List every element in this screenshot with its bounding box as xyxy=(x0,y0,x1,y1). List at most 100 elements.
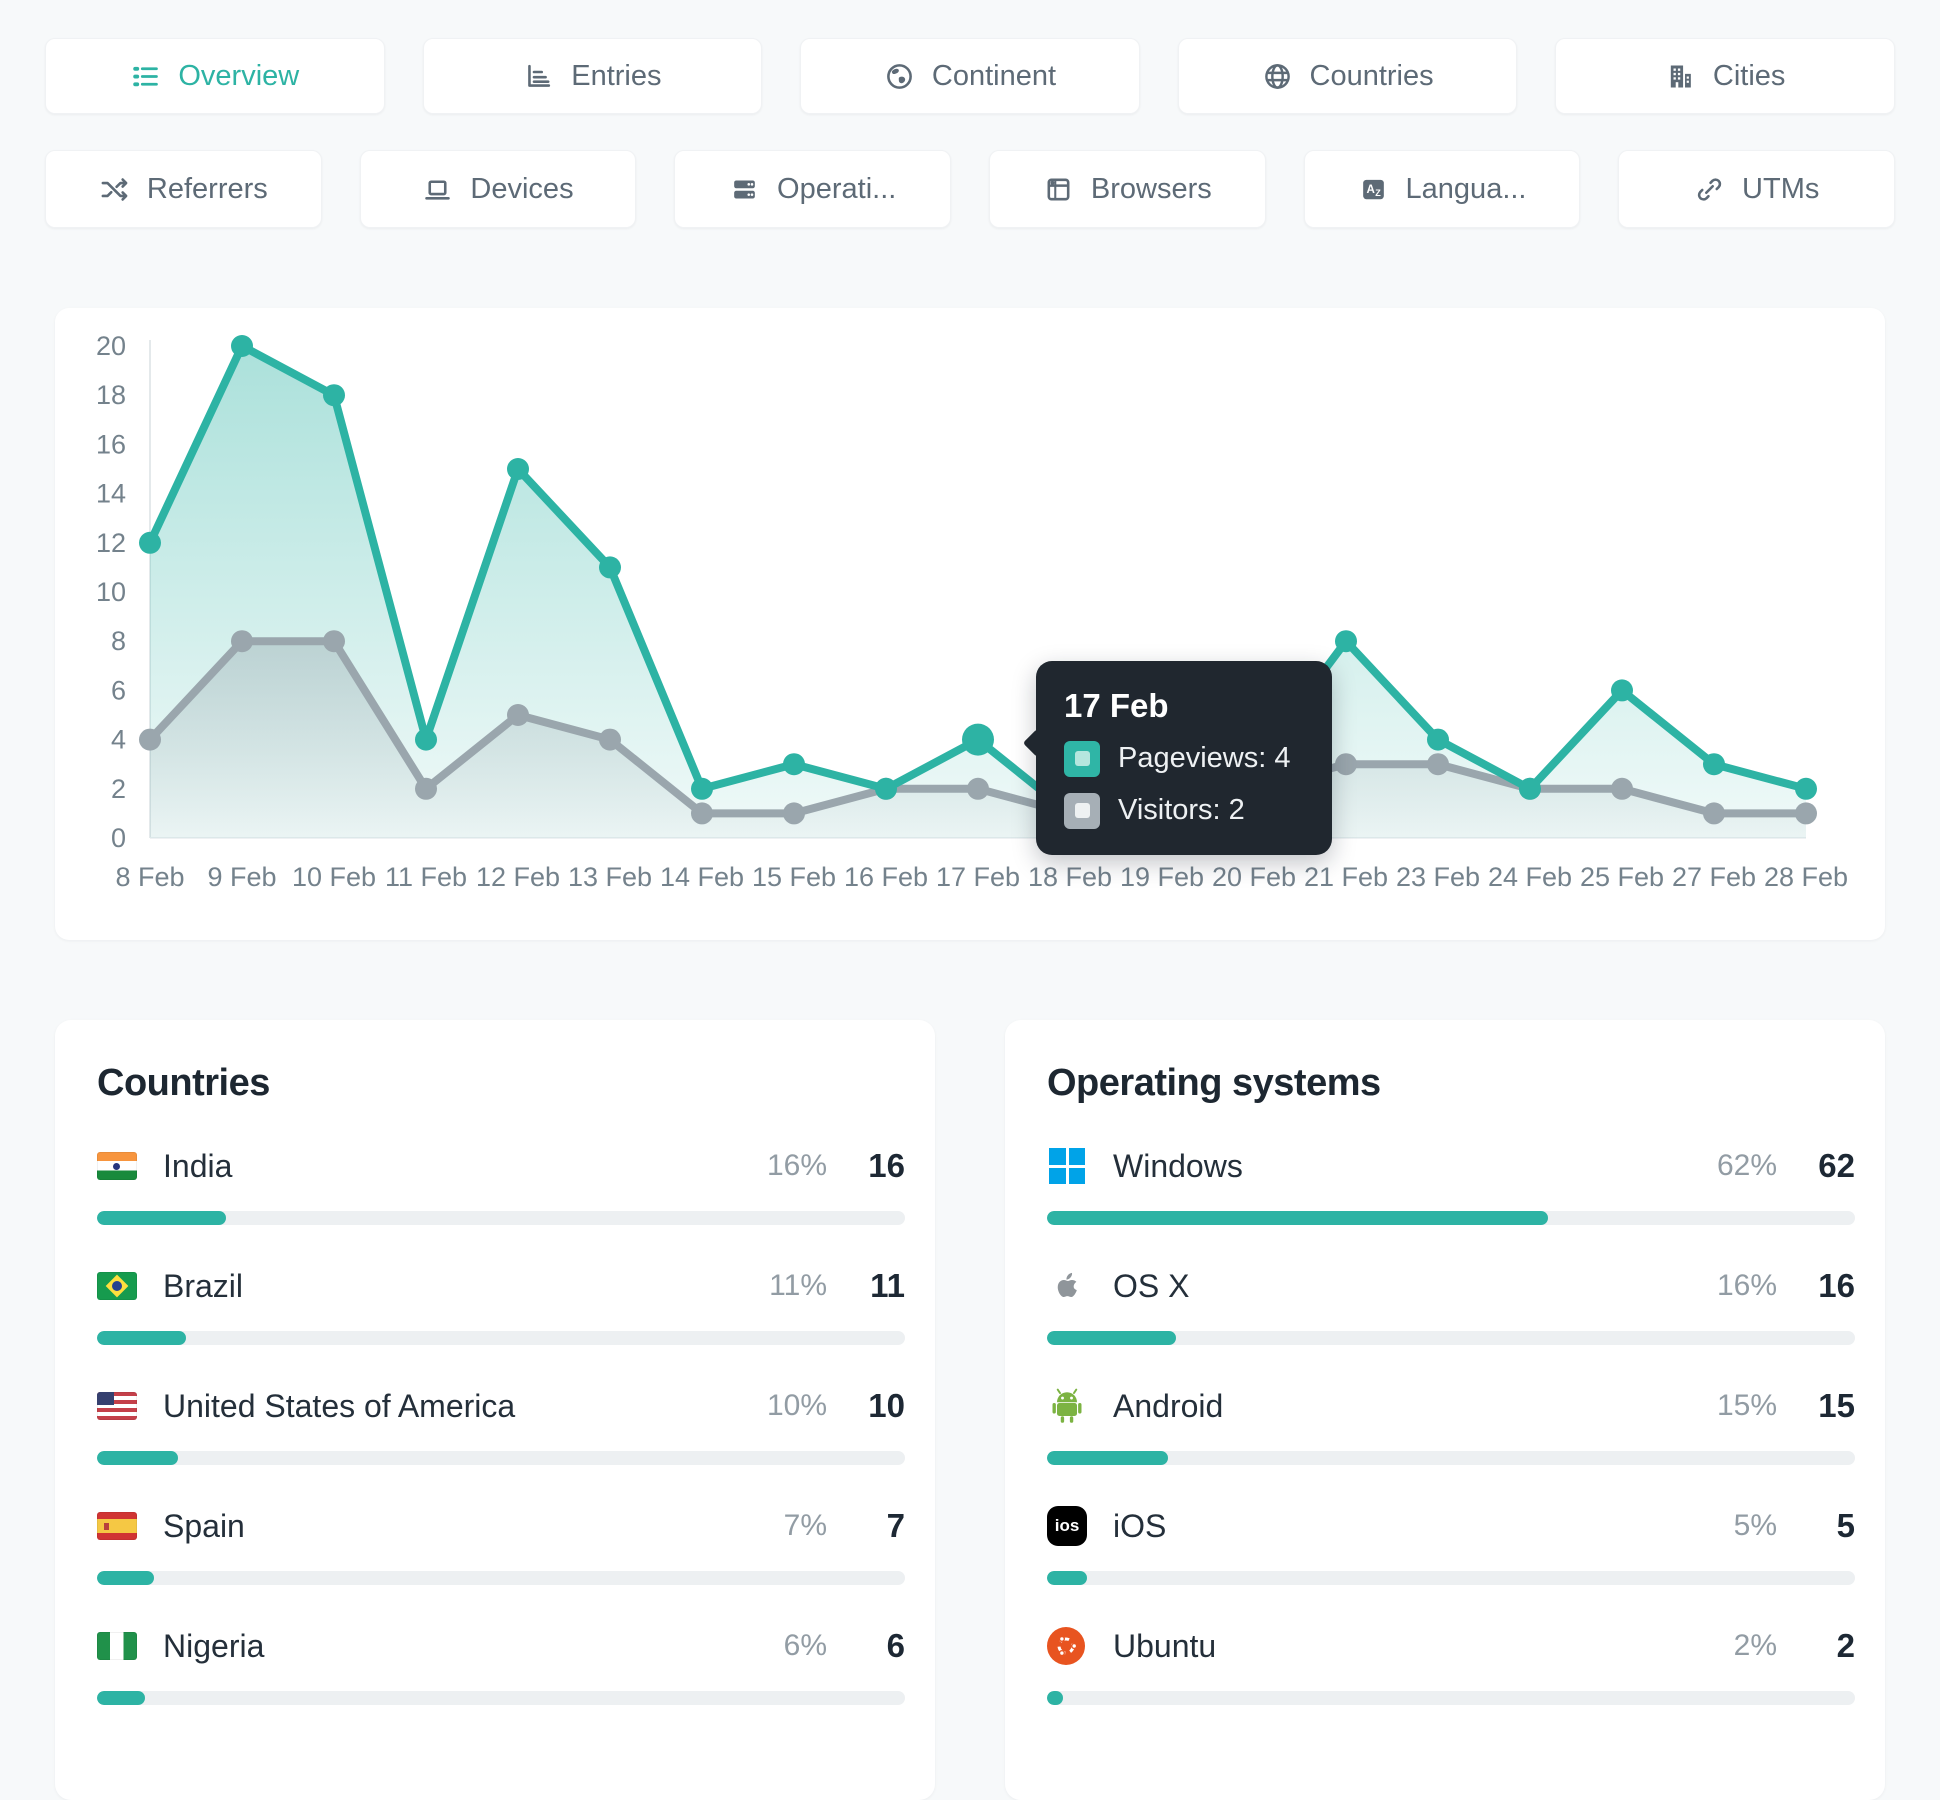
tab-entries[interactable]: Entries xyxy=(422,38,763,114)
country-percent: 10% xyxy=(766,1389,827,1422)
svg-text:14 Feb: 14 Feb xyxy=(660,862,744,892)
os-name: Windows xyxy=(1113,1147,1243,1184)
progress-bar xyxy=(97,1451,905,1465)
link-icon xyxy=(1694,174,1725,205)
windows-icon xyxy=(1047,1146,1089,1186)
list-item[interactable]: Nigeria 6% 6 xyxy=(97,1624,905,1705)
svg-text:23 Feb: 23 Feb xyxy=(1396,862,1480,892)
os-name: Android xyxy=(1113,1387,1224,1424)
list-item[interactable]: Android 15% 15 xyxy=(1047,1384,1855,1465)
list-item[interactable]: Spain 7% 7 xyxy=(97,1504,905,1585)
tab-label: Countries xyxy=(1309,59,1434,92)
countries-panel: Countries India 16% 16 Brazil 11% 11 Uni… xyxy=(55,1020,935,1800)
tab-overview[interactable]: Overview xyxy=(45,38,385,114)
progress-bar xyxy=(1047,1211,1855,1225)
svg-text:2: 2 xyxy=(111,774,126,804)
chart-tooltip: 17 Feb Pageviews: 4 Visitors: 2 xyxy=(1036,660,1332,855)
list-item[interactable]: Ubuntu 2% 2 xyxy=(1047,1624,1855,1705)
progress-bar xyxy=(97,1211,905,1225)
buildings-icon xyxy=(1665,61,1696,92)
svg-text:25 Feb: 25 Feb xyxy=(1580,862,1664,892)
usa-flag-icon xyxy=(97,1392,139,1420)
tab-countries[interactable]: Countries xyxy=(1177,38,1518,114)
tab-languages[interactable]: AZ Langua... xyxy=(1303,150,1581,228)
india-flag-icon xyxy=(97,1152,139,1180)
tooltip-visitors-row: Visitors: 2 xyxy=(1064,792,1304,829)
progress-bar xyxy=(1047,1451,1855,1465)
os-count: 15 xyxy=(1818,1387,1855,1424)
list-icon xyxy=(130,61,161,92)
brazil-flag-icon xyxy=(97,1272,139,1300)
country-percent: 11% xyxy=(769,1269,827,1302)
svg-text:6: 6 xyxy=(111,675,126,705)
os-name: iOS xyxy=(1113,1507,1167,1544)
os-count: 5 xyxy=(1836,1507,1855,1544)
country-percent: 7% xyxy=(783,1509,827,1542)
svg-text:4: 4 xyxy=(111,725,126,755)
earth-icon xyxy=(884,61,915,92)
country-name: Brazil xyxy=(163,1267,244,1304)
tab-operating-systems[interactable]: Operati... xyxy=(674,150,952,228)
svg-text:A: A xyxy=(1366,182,1375,195)
country-count: 7 xyxy=(886,1507,905,1544)
tab-browsers[interactable]: Browsers xyxy=(989,150,1266,228)
svg-text:10 Feb: 10 Feb xyxy=(292,862,376,892)
country-percent: 6% xyxy=(783,1629,827,1662)
browser-window-icon xyxy=(1043,174,1074,205)
tab-label: Operati... xyxy=(777,172,897,205)
country-count: 11 xyxy=(870,1267,905,1304)
tab-label: Browsers xyxy=(1090,172,1212,205)
progress-bar xyxy=(97,1571,905,1585)
ubuntu-icon xyxy=(1047,1627,1089,1665)
pageviews-swatch-icon xyxy=(1064,740,1100,777)
tab-cities[interactable]: Cities xyxy=(1555,38,1895,114)
spain-flag-icon xyxy=(97,1512,139,1540)
countries-title: Countries xyxy=(97,1062,270,1104)
tab-referrers[interactable]: Referrers xyxy=(45,150,322,228)
list-item[interactable]: Brazil 11% 11 xyxy=(97,1264,905,1345)
os-percent: 15% xyxy=(1716,1389,1777,1422)
progress-bar xyxy=(97,1331,905,1345)
country-count: 10 xyxy=(868,1387,905,1424)
os-name: OS X xyxy=(1113,1267,1190,1304)
translate-icon: AZ xyxy=(1358,174,1389,205)
svg-text:27 Feb: 27 Feb xyxy=(1672,862,1756,892)
svg-text:24 Feb: 24 Feb xyxy=(1488,862,1572,892)
list-item[interactable]: India 16% 16 xyxy=(97,1144,905,1225)
server-icon xyxy=(729,174,760,205)
os-percent: 2% xyxy=(1733,1629,1777,1662)
os-count: 62 xyxy=(1818,1147,1855,1184)
tab-label: Referrers xyxy=(146,172,268,205)
tab-row-primary: Overview Entries Continent Countries Cit… xyxy=(45,38,1895,114)
tab-continent[interactable]: Continent xyxy=(800,38,1140,114)
country-name: India xyxy=(163,1147,233,1184)
svg-text:20 Feb: 20 Feb xyxy=(1212,862,1296,892)
tooltip-pageviews-text: Pageviews: 4 xyxy=(1118,742,1291,775)
tab-label: Langua... xyxy=(1405,172,1527,205)
svg-text:21 Feb: 21 Feb xyxy=(1304,862,1388,892)
svg-text:18 Feb: 18 Feb xyxy=(1028,862,1112,892)
traffic-line-chart[interactable]: 0 2 4 6 8 10 12 14 16 18 20 8 Feb 9 Feb 10 Feb 11 Feb 1… xyxy=(55,308,1885,940)
bar-chart-icon xyxy=(523,61,554,92)
tab-devices[interactable]: Devices xyxy=(359,150,637,228)
list-item[interactable]: Windows 62% 62 xyxy=(1047,1144,1855,1225)
visitors-swatch-icon xyxy=(1064,792,1100,829)
android-icon xyxy=(1047,1386,1089,1426)
svg-text:12: 12 xyxy=(96,528,126,558)
list-item[interactable]: ios iOS 5% 5 xyxy=(1047,1504,1855,1585)
os-percent: 16% xyxy=(1716,1269,1777,1302)
ios-icon: ios xyxy=(1047,1506,1089,1546)
tab-label: Entries xyxy=(571,59,662,92)
progress-bar xyxy=(1047,1691,1855,1705)
svg-text:17 Feb: 17 Feb xyxy=(936,862,1020,892)
tab-utms[interactable]: UTMs xyxy=(1618,150,1896,228)
svg-text:8: 8 xyxy=(111,626,126,656)
list-item[interactable]: OS X 16% 16 xyxy=(1047,1264,1855,1345)
svg-text:14: 14 xyxy=(96,479,126,509)
progress-bar xyxy=(97,1691,905,1705)
svg-text:12 Feb: 12 Feb xyxy=(476,862,560,892)
country-name: Spain xyxy=(163,1507,245,1544)
list-item[interactable]: United States of America 10% 10 xyxy=(97,1384,905,1465)
os-percent: 62% xyxy=(1716,1149,1777,1182)
os-name: Ubuntu xyxy=(1113,1627,1217,1664)
